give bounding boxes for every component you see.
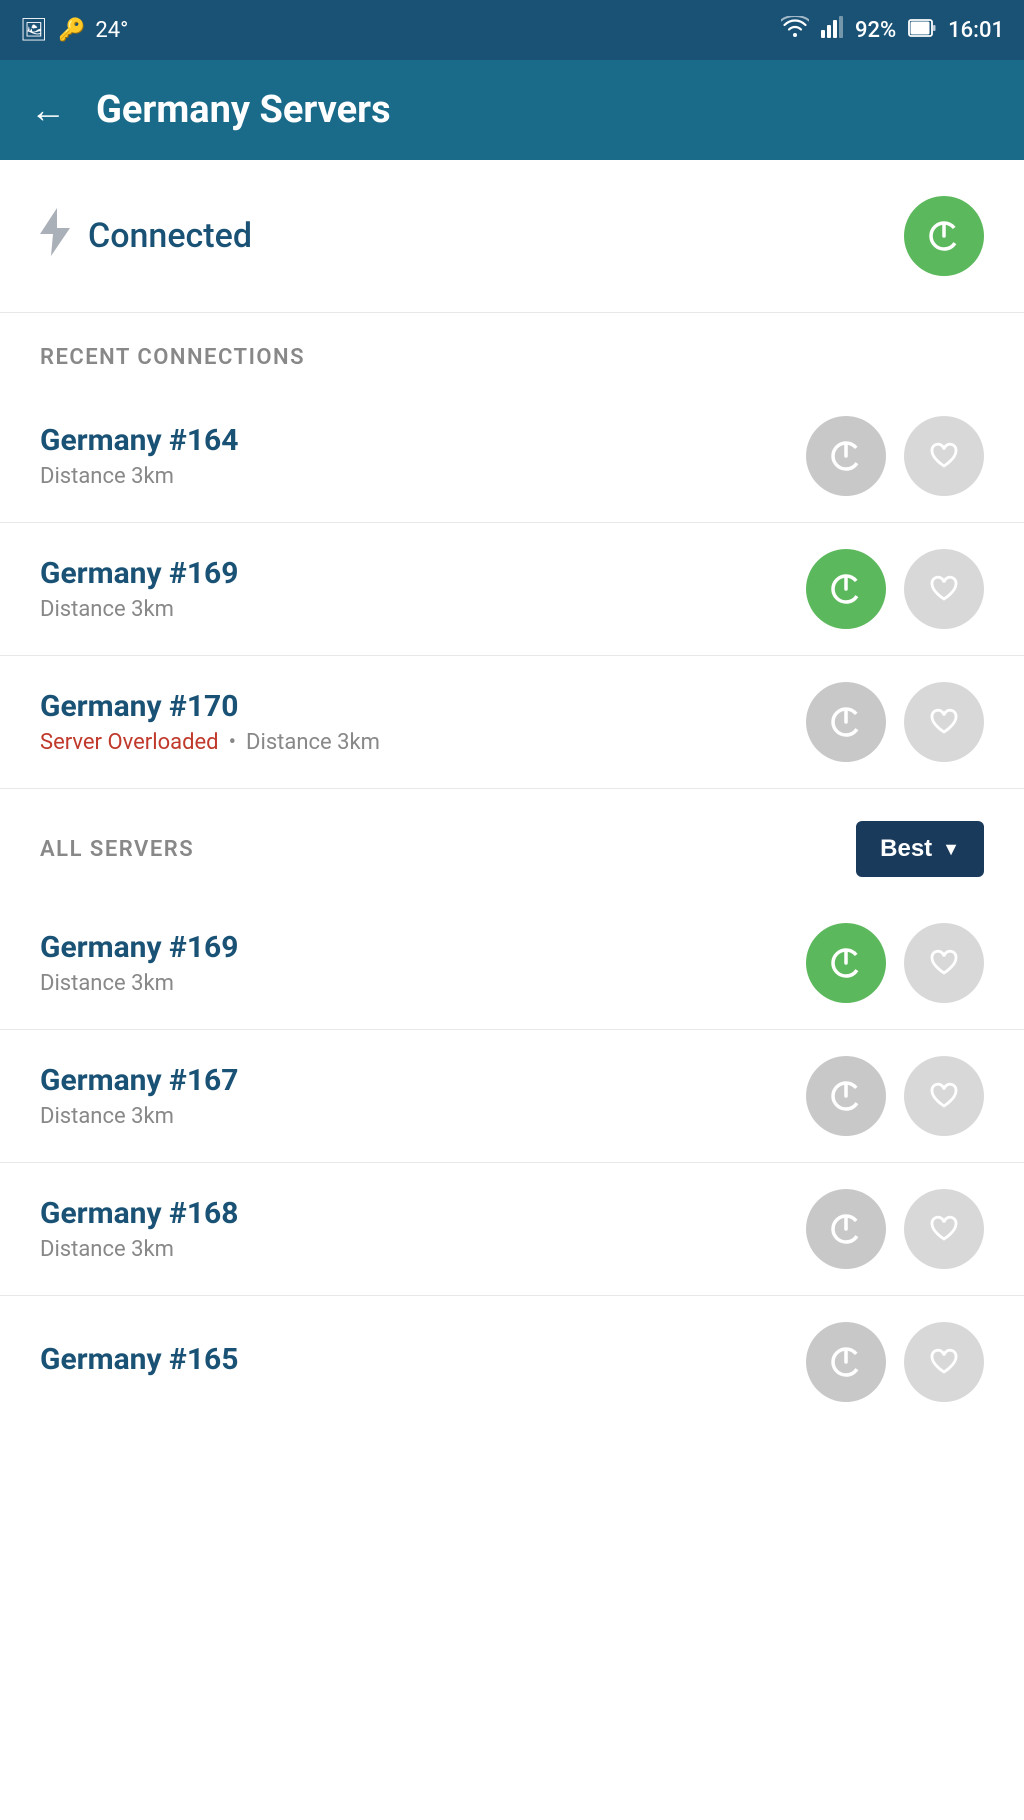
server-distance-164: Distance 3km	[40, 464, 806, 489]
power-button-164[interactable]	[806, 416, 886, 496]
sort-arrow-icon: ▼	[942, 839, 960, 860]
server-name-169: Germany #169	[40, 556, 806, 591]
power-button-all-165[interactable]	[806, 1322, 886, 1402]
connected-status: Connected	[40, 208, 252, 264]
server-distance-169: Distance 3km	[40, 597, 806, 622]
battery-icon	[908, 18, 936, 43]
server-info-170: Germany #170 Server Overloaded • Distanc…	[40, 689, 806, 755]
all-server-name-168: Germany #168	[40, 1196, 806, 1231]
app-header: ← Germany Servers	[0, 60, 1024, 160]
temp-display: 24°	[95, 18, 128, 43]
favorite-button-169-recent[interactable]	[904, 549, 984, 629]
all-server-name-165: Germany #165	[40, 1342, 806, 1377]
recent-server-row-169: Germany #169 Distance 3km	[0, 523, 1024, 656]
server-info-164: Germany #164 Distance 3km	[40, 423, 806, 489]
power-button-all-168[interactable]	[806, 1189, 886, 1269]
favorite-button-164[interactable]	[904, 416, 984, 496]
all-server-name-167: Germany #167	[40, 1063, 806, 1098]
status-right: 92% 16:01	[781, 16, 1004, 44]
all-servers-header: ALL SERVERS Best ▼	[0, 789, 1024, 897]
main-content: Connected RECENT CONNECTIONS Germany #16…	[0, 160, 1024, 1820]
status-bar: 🖼 🔑 24° 92%	[0, 0, 1024, 60]
sort-best-button[interactable]: Best ▼	[856, 821, 984, 877]
favorite-button-170[interactable]	[904, 682, 984, 762]
connected-section: Connected	[0, 160, 1024, 312]
all-server-distance-167: Distance 3km	[40, 1104, 806, 1129]
all-server-distance-169: Distance 3km	[40, 971, 806, 996]
power-button-all-169[interactable]	[806, 923, 886, 1003]
bottom-spacer	[0, 1412, 1024, 1472]
recent-server-row-170: Germany #170 Server Overloaded • Distanc…	[0, 656, 1024, 789]
power-button-169-recent[interactable]	[806, 549, 886, 629]
best-label: Best	[880, 835, 932, 863]
all-server-distance-168: Distance 3km	[40, 1237, 806, 1262]
power-button-all-167[interactable]	[806, 1056, 886, 1136]
recent-server-row-164: Germany #164 Distance 3km	[0, 390, 1024, 523]
clock: 16:01	[948, 18, 1004, 43]
all-server-info-165: Germany #165	[40, 1342, 806, 1383]
favorite-button-all-165[interactable]	[904, 1322, 984, 1402]
battery-percentage: 92%	[855, 18, 896, 43]
all-server-actions-165	[806, 1322, 984, 1402]
all-server-row-169: Germany #169 Distance 3km	[0, 897, 1024, 1030]
all-server-name-169: Germany #169	[40, 930, 806, 965]
all-server-info-168: Germany #168 Distance 3km	[40, 1196, 806, 1262]
wifi-icon	[781, 16, 809, 44]
all-server-row-165-partial: Germany #165	[0, 1296, 1024, 1412]
all-server-row-167: Germany #167 Distance 3km	[0, 1030, 1024, 1163]
recent-connections-label: RECENT CONNECTIONS	[0, 313, 1024, 390]
power-button-170[interactable]	[806, 682, 886, 762]
bolt-icon	[40, 208, 70, 264]
server-actions-169-recent	[806, 549, 984, 629]
all-server-info-169: Germany #169 Distance 3km	[40, 930, 806, 996]
favorite-button-all-169[interactable]	[904, 923, 984, 1003]
status-left: 🖼 🔑 24°	[20, 18, 128, 43]
all-server-actions-169	[806, 923, 984, 1003]
overloaded-label-170: Server Overloaded	[40, 730, 219, 755]
image-icon: 🖼	[20, 18, 48, 43]
server-name-164: Germany #164	[40, 423, 806, 458]
server-name-170: Germany #170	[40, 689, 806, 724]
server-actions-170	[806, 682, 984, 762]
signal-icon	[821, 16, 843, 44]
connected-label: Connected	[88, 216, 252, 256]
favorite-button-all-167[interactable]	[904, 1056, 984, 1136]
all-server-actions-168	[806, 1189, 984, 1269]
back-button[interactable]: ←	[30, 92, 66, 128]
dot-170: •	[229, 730, 236, 755]
favorite-button-all-168[interactable]	[904, 1189, 984, 1269]
main-power-button[interactable]	[904, 196, 984, 276]
server-info-169: Germany #169 Distance 3km	[40, 556, 806, 622]
key-icon: 🔑	[58, 18, 85, 43]
all-server-row-168: Germany #168 Distance 3km	[0, 1163, 1024, 1296]
all-server-actions-167	[806, 1056, 984, 1136]
all-server-info-167: Germany #167 Distance 3km	[40, 1063, 806, 1129]
server-distance-170: Distance 3km	[246, 730, 380, 755]
server-actions-164	[806, 416, 984, 496]
page-title: Germany Servers	[96, 88, 391, 132]
all-servers-label: ALL SERVERS	[40, 837, 194, 862]
